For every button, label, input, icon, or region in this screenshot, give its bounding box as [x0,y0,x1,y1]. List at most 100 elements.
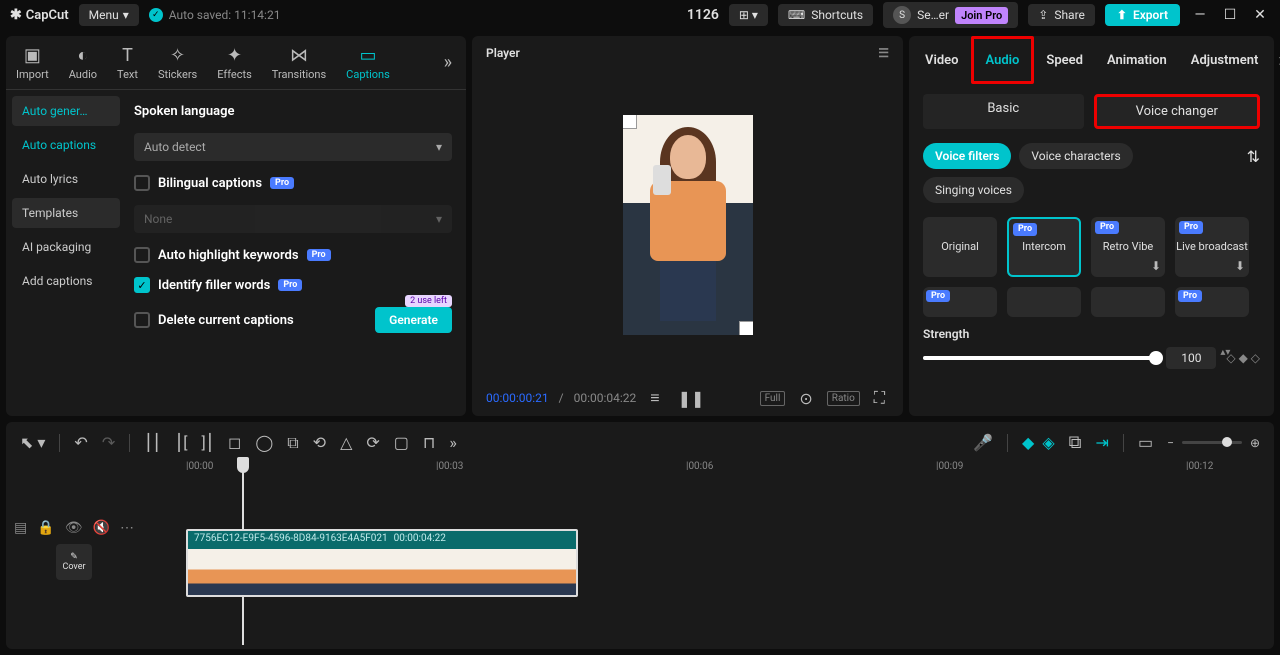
eye-icon[interactable]: 👁 [65,520,83,536]
player-menu-icon[interactable]: ☰ [878,46,889,60]
voice-retro-vibe[interactable]: ProRetro Vibe⬇ [1091,217,1165,277]
shortcuts-button[interactable]: ⌨ Shortcuts [778,4,873,26]
mic-button[interactable]: 🎤 [973,433,993,452]
tab-audio[interactable]: ◐Audio [59,44,107,81]
nav-auto-captions[interactable]: Auto captions [12,130,120,160]
snap-track[interactable]: ◈ [1042,433,1054,452]
split-tool[interactable]: ⎮⎮ [144,433,161,452]
pause-button[interactable]: ❚❚ [674,389,709,408]
nav-templates[interactable]: Templates [12,198,120,228]
snap-magnet[interactable]: ◆ [1022,433,1034,452]
link-tool[interactable]: ⧉ [1069,432,1082,453]
nav-auto-lyrics[interactable]: Auto lyrics [12,164,120,194]
close-button[interactable]: ✕ [1250,7,1270,23]
profile-button[interactable]: S Se…er Join Pro [883,2,1018,28]
fullscreen-icon[interactable]: ⛶ [870,388,889,408]
ratio-button[interactable]: Ratio [827,391,860,406]
rotate-tool[interactable]: ⟳ [366,433,379,452]
nav-ai-packaging[interactable]: AI packaging [12,232,120,262]
video-preview[interactable] [623,115,753,335]
strength-slider[interactable] [923,356,1156,360]
highlight-checkbox[interactable] [134,247,150,263]
export-button[interactable]: ⬆ Export [1105,4,1180,26]
nav-auto-generate[interactable]: Auto gener… [12,96,120,126]
tabs-more[interactable]: » [430,52,466,73]
tab-animation[interactable]: Animation [1095,36,1179,84]
full-button[interactable]: Full [760,391,786,406]
marker-tool[interactable]: ◯ [255,433,273,452]
tab-effects[interactable]: ✦Effects [207,44,262,81]
tabs-more-icon[interactable]: » [1270,50,1280,71]
audio-icon: ◐ [77,44,88,66]
reverse-tool[interactable]: ⟲ [313,433,326,452]
player-stage[interactable] [472,70,903,380]
pill-singing-voices[interactable]: Singing voices [923,177,1024,203]
timeline-tracks[interactable]: 7756EC12-E9F5-4596-8D84-9163E4A5F021 00:… [142,465,1274,635]
menu-button[interactable]: Menu ▾ [79,4,139,26]
maximize-button[interactable]: ☐ [1220,7,1240,23]
auto-snap[interactable]: ⇥ [1096,433,1109,452]
copy-tool[interactable]: ⧉ [287,433,298,453]
layers-icon[interactable]: ▤ [14,520,27,536]
pill-voice-characters[interactable]: Voice characters [1019,143,1132,169]
mirror-tool[interactable]: △ [340,433,352,452]
filler-checkbox[interactable]: ✓ [134,277,150,293]
mute-icon[interactable]: 🔇 [93,520,110,536]
split-left-tool[interactable]: ⎮[ [175,433,188,452]
subtab-basic[interactable]: Basic [923,94,1084,129]
tab-video[interactable]: Video [913,36,971,84]
freeze-tool[interactable]: ⊓ [423,433,435,452]
compare-icon[interactable]: ≡ [646,388,663,408]
more-tools[interactable]: » [449,433,457,452]
bilingual-checkbox[interactable] [134,175,150,191]
tab-captions[interactable]: ▭Captions [336,44,400,81]
lock-icon[interactable]: 🔒 [37,520,54,536]
voice-card[interactable]: Pro [923,287,997,317]
nav-add-captions[interactable]: Add captions [12,266,120,296]
pill-voice-filters[interactable]: Voice filters [923,143,1011,169]
tab-adjustment[interactable]: Adjustment [1179,36,1271,84]
shortcuts-label: Shortcuts [811,8,863,22]
timeline-ruler[interactable]: |00:00 |00:03 |00:06 |00:09 |00:12 [6,457,1274,465]
tab-audio[interactable]: Audio [971,36,1035,84]
subtab-voice-changer[interactable]: Voice changer [1094,94,1261,129]
select-tool[interactable]: ⬉ ▾ [20,433,45,452]
crop-tool[interactable]: ◻ [228,433,241,452]
focus-icon[interactable]: ⊙ [795,389,816,408]
voice-live-broadcast[interactable]: ProLive broadcast⬇ [1175,217,1249,277]
tab-text[interactable]: TText [107,44,148,81]
cover-button[interactable]: ✎ Cover [56,544,92,580]
tab-stickers[interactable]: ✧Stickers [148,44,207,81]
layout-button[interactable]: ⊞ ▾ [729,4,768,26]
share-button[interactable]: ⇪ Share [1028,4,1095,26]
voice-original[interactable]: Original [923,217,997,277]
more-icon[interactable]: ⋯ [120,520,134,536]
split-right-tool[interactable]: ]⎮ [201,433,214,452]
voice-card[interactable]: Pro [1175,287,1249,317]
voice-card[interactable] [1007,287,1081,317]
undo-button[interactable]: ↶ [74,433,87,452]
pro-badge: Pro [278,279,302,291]
frame-tool[interactable]: ▢ [394,433,409,452]
redo-button[interactable]: ↷ [102,433,115,452]
generate-button[interactable]: Generate [375,307,452,333]
sort-icon[interactable]: ⇅ [1247,147,1260,166]
video-clip[interactable]: 7756EC12-E9F5-4596-8D84-9163E4A5F021 00:… [186,529,578,597]
strength-value[interactable]: 100 ▴▾ [1166,347,1216,369]
voice-card[interactable] [1091,287,1165,317]
tab-speed[interactable]: Speed [1034,36,1095,84]
bilingual-select[interactable]: None ▾ [134,205,452,233]
uses-left-badge: 2 use left [405,295,452,307]
keyframe-controls[interactable]: ◇ ◆ ◇ [1226,351,1260,365]
join-pro-badge[interactable]: Join Pro [955,7,1008,24]
voice-intercom[interactable]: ProIntercom [1007,217,1081,277]
tab-import[interactable]: ▣Import [6,44,59,81]
tab-transitions[interactable]: ⋈Transitions [262,44,336,81]
stepper[interactable]: ▴▾ [1220,347,1230,358]
delete-captions-checkbox[interactable] [134,312,150,328]
player-controls: 00:00:00:21 / 00:00:04:22 ≡ ❚❚ Full ⊙ Ra… [472,380,903,416]
zoom-control[interactable]: − ⊕ [1167,436,1260,450]
preview-tool[interactable]: ▭ [1138,433,1153,452]
language-select[interactable]: Auto detect ▾ [134,133,452,161]
minimize-button[interactable]: — [1190,7,1210,23]
